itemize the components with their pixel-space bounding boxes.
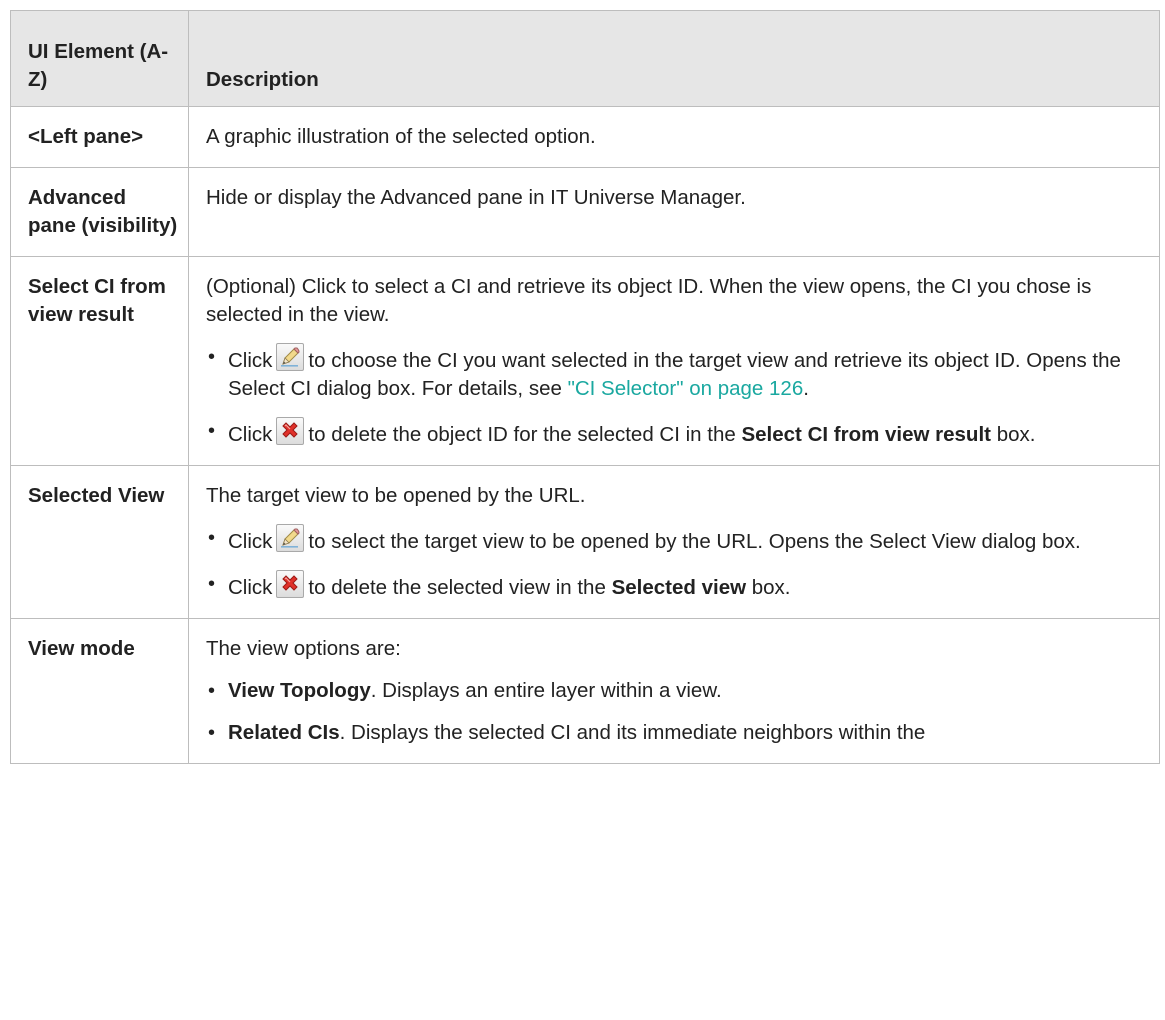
ui-element-description: The target view to be opened by the URL.… (188, 465, 1160, 619)
table-row: Advanced pane (visibility) Hide or displ… (10, 167, 1160, 257)
red-x-delete-icon (276, 417, 305, 445)
bullet-list: Clickto choose the CI you want selected … (206, 343, 1141, 449)
bullet-list: View Topology. Displays an entire layer … (206, 677, 1141, 747)
list-item: Clickto delete the selected view in the … (206, 570, 1141, 602)
description-text: The view options are: (206, 637, 401, 660)
click-label: Click (228, 423, 273, 446)
ui-element-name: Advanced pane (visibility) (10, 167, 189, 257)
table-row: View mode The view options are: View Top… (10, 618, 1160, 764)
list-item: Click to select the target view to be ope… (206, 524, 1141, 556)
click-label: Click (228, 530, 273, 553)
ui-element-name: View mode (10, 618, 189, 764)
bullet-text: to select the target view to be opened b… (308, 530, 1081, 553)
ui-element-description: Hide or display the Advanced pane in IT … (188, 167, 1160, 257)
bold-field-name: Selected view (611, 576, 747, 599)
list-item: Related CIs. Displays the selected CI an… (206, 719, 1141, 747)
table-row: Selected View The target view to be open… (10, 465, 1160, 619)
option-name: View Topology (228, 679, 371, 702)
ui-element-name: <Left pane> (10, 106, 189, 168)
table-header-row: UI Element (A-Z) Description (10, 10, 1160, 107)
ui-element-description: (Optional) Click to select a CI and retr… (188, 256, 1160, 466)
ui-element-description: The view options are: View Topology. Dis… (188, 618, 1160, 764)
option-description: . Displays an entire layer within a view… (370, 679, 722, 702)
bullet-text-end: box. (996, 423, 1036, 446)
ci-selector-link[interactable]: "CI Selector" on page 126 (568, 377, 804, 400)
period-text: . (803, 377, 809, 400)
column-header-ui-element: UI Element (A-Z) (10, 10, 189, 107)
option-description: . Displays the selected CI and its immed… (339, 721, 926, 744)
red-x-delete-icon (276, 570, 305, 598)
table-row: Select CI from view result (Optional) Cl… (10, 256, 1160, 466)
table-row: <Left pane> A graphic illustration of th… (10, 106, 1160, 168)
ui-elements-table: UI Element (A-Z) Description <Left pane>… (10, 10, 1160, 764)
ui-element-description: A graphic illustration of the selected o… (188, 106, 1160, 168)
pencil-edit-icon (276, 343, 305, 371)
ui-element-name: Selected View (10, 465, 189, 619)
bullet-text-end: box. (751, 576, 791, 599)
pencil-edit-icon (276, 524, 305, 552)
description-text: The target view to be opened by the URL. (206, 484, 586, 507)
bullet-text: to delete the object ID for the selected… (308, 423, 736, 446)
list-item: View Topology. Displays an entire layer … (206, 677, 1141, 705)
bold-field-name: Select CI from view result (741, 423, 991, 446)
list-item: Clickto choose the CI you want selected … (206, 343, 1141, 403)
click-label: Click (228, 349, 273, 372)
bullet-list: Click to select the target view to be ope… (206, 524, 1141, 602)
ui-element-name: Select CI from view result (10, 256, 189, 466)
bullet-text: to delete the selected view in the (308, 576, 606, 599)
click-label: Click (228, 576, 273, 599)
column-header-description: Description (188, 10, 1160, 107)
description-text: (Optional) Click to select a CI and retr… (206, 275, 1092, 326)
list-item: Click to delete the object ID for the sel… (206, 417, 1141, 449)
option-name: Related CIs (228, 721, 340, 744)
